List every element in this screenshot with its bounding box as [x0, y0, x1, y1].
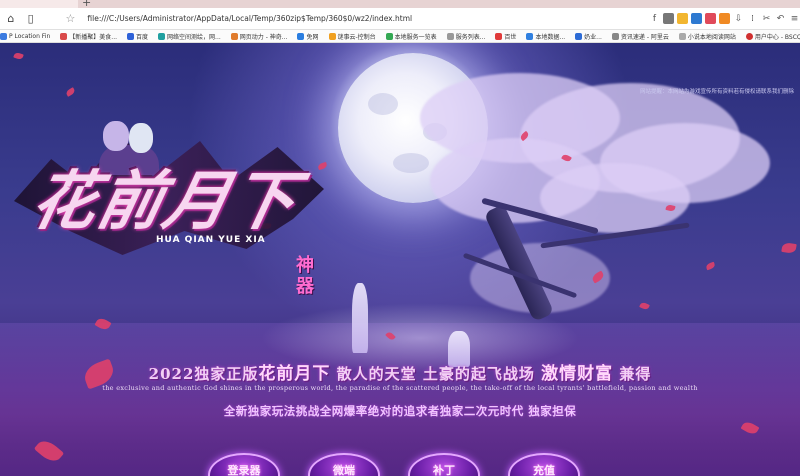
bookmark-favicon-icon [678, 32, 686, 40]
bookmark-item[interactable]: 百世 [495, 32, 516, 41]
bookmark-item[interactable]: 【新播聚】美食... [60, 32, 117, 41]
moon-crater [393, 153, 429, 173]
bookmark-item[interactable]: 谜事云-控制台 [328, 32, 376, 41]
dancer-figure [352, 283, 368, 353]
home-icon[interactable]: ⌂ [2, 10, 20, 28]
reading-list-icon[interactable]: ▯ [22, 10, 40, 28]
site-notice: 网站提醒：本网站为游戏宣传所有资料若有侵权请联系我们删除 [639, 89, 794, 95]
petal [65, 87, 76, 97]
extension-icon[interactable] [691, 13, 702, 24]
active-tab[interactable] [0, 0, 78, 8]
petal [639, 301, 650, 311]
game-title: 花前月下 [24, 164, 305, 239]
extension-icon[interactable] [663, 13, 674, 24]
undo-icon[interactable]: ↶ [775, 13, 786, 24]
bookmark-item[interactable]: 本地数据... [526, 32, 565, 41]
bookmark-favicon-icon [158, 32, 166, 40]
bookmark-favicon-icon [328, 32, 336, 40]
game-landing-page: 网站提醒：本网站为游戏宣传所有资料若有侵权请联系我们删除 花前月下 HUA QI… [0, 43, 800, 476]
bookmark-item[interactable]: 网页动力 - 神奇... [230, 32, 287, 41]
main-slogan: 2022独家正版花前月下 散人的天堂 土豪的起飞战场 激情财富 兼得 [148, 364, 652, 384]
browser-toolbar: ⌂ ▯ ☆ file:///C:/Users/Administrator/App… [0, 8, 800, 30]
micro-client-button[interactable]: 微端 [308, 453, 380, 476]
bookmark-item[interactable]: P Location Fin [0, 32, 50, 40]
english-slogan: the exclusive and authentic God shines i… [102, 384, 698, 392]
bookmark-favicon-icon [611, 32, 619, 40]
bookmarks-bar: P Location Fin 【新播聚】美食... 百度 网络空间测绘，网...… [0, 30, 800, 43]
bookmark-item[interactable]: 小说本地阅读网站 [678, 32, 736, 41]
launcher-download-button[interactable]: 登录器 [208, 453, 280, 476]
patch-download-button[interactable]: 补丁 [408, 453, 480, 476]
apps-grid-icon[interactable]: ⁞ [747, 13, 758, 24]
extension-icon[interactable] [705, 13, 716, 24]
bookmark-favicon-icon [0, 32, 7, 40]
feature-slogan: 全新独家玩法挑战全网爆率绝对的追求者独家二次元时代 独家担保 [223, 404, 577, 418]
bookmark-item[interactable]: 免网 [297, 32, 319, 41]
bookmark-favicon-icon [127, 32, 135, 40]
bookmark-item[interactable]: 百度 [127, 32, 148, 41]
tab-strip: + [0, 0, 800, 9]
bookmark-item[interactable]: 资讯速递 - 阿里云 [611, 32, 669, 41]
download-icon[interactable]: ⇩ [733, 13, 744, 24]
bookmark-favicon-icon [385, 32, 393, 40]
petal [705, 261, 716, 271]
scissors-icon[interactable]: ✂ [761, 13, 772, 24]
favorite-star-icon[interactable]: ☆ [62, 10, 80, 28]
action-buttons: 登录器 微端 补丁 充值 [0, 453, 800, 476]
game-title-pinyin: HUA QIAN YUE XIA [156, 235, 266, 245]
bookmark-favicon-icon [230, 32, 238, 40]
bookmark-favicon-icon [575, 32, 583, 40]
extension-icons: f ⇩ ⁞ ✂ ↶ ≡ [649, 13, 800, 24]
bookmark-favicon-icon [745, 32, 753, 40]
game-subtitle: 神器 [296, 255, 314, 297]
bookmark-item[interactable]: 用户中心 - BSCQ [745, 32, 800, 41]
bookmark-item[interactable]: 奶业... [575, 32, 602, 41]
bookmark-favicon-icon [495, 32, 503, 40]
bookmark-item[interactable]: 服务列表... [446, 32, 485, 41]
address-bar[interactable]: file:///C:/Users/Administrator/AppData/L… [87, 14, 641, 23]
bookmark-favicon-icon [60, 32, 68, 40]
bookmark-item[interactable]: 网络空间测绘，网... [158, 32, 221, 41]
game-logo: 花前月下 HUA QIAN YUE XIA 神器 [10, 115, 330, 297]
petal [781, 241, 797, 255]
petal [13, 51, 24, 61]
dropdown-chevron-icon[interactable]: f [649, 13, 660, 24]
bookmark-favicon-icon [297, 32, 305, 40]
extension-icon[interactable] [719, 13, 730, 24]
bookmark-favicon-icon [446, 32, 454, 40]
extension-icon[interactable] [677, 13, 688, 24]
bookmark-item[interactable]: 本地服务一览表 [385, 32, 437, 41]
recharge-button[interactable]: 充值 [508, 453, 580, 476]
menu-icon[interactable]: ≡ [789, 13, 800, 24]
bookmark-favicon-icon [526, 32, 534, 40]
moon-crater [368, 93, 398, 115]
